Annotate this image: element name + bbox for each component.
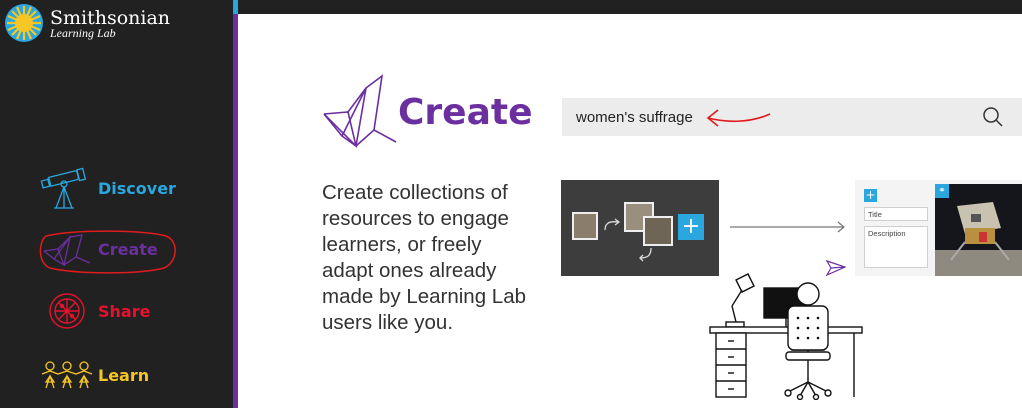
sidebar-item-create[interactable]: Create [40, 229, 158, 269]
people-chain-icon [41, 361, 93, 389]
share-circle-icon [49, 293, 85, 329]
desk-illustration [709, 273, 863, 400]
arrow-icon [604, 218, 621, 231]
origami-crane-icon [323, 74, 397, 148]
resource-thumbnail [572, 212, 598, 240]
annotation-arrow-icon [706, 109, 771, 127]
add-button: + [678, 214, 704, 240]
sidebar-edge [233, 0, 238, 408]
description-field: Description [864, 226, 928, 268]
sidebar-item-label: Share [98, 301, 151, 321]
search-icon[interactable] [982, 106, 1004, 128]
collection-editor-panel: + Title Description ⚭ [855, 180, 1022, 276]
page-title: Create [398, 92, 533, 133]
arrow-icon [639, 247, 652, 262]
sidebar-item-discover[interactable]: Discover [40, 166, 176, 210]
sun-logo-icon [5, 4, 43, 42]
sidebar-item-label: Learn [98, 365, 150, 385]
add-button: + [864, 188, 877, 202]
telescope-icon [40, 167, 87, 209]
resource-thumbnail [643, 216, 673, 246]
origami-crane-icon [43, 234, 91, 267]
sidebar-item-learn[interactable]: Learn [40, 360, 149, 390]
sidebar-edge-accent [233, 0, 238, 14]
flow-arrow-icon [730, 221, 845, 233]
sidebar-item-label: Create [98, 239, 158, 259]
title-field: Title [864, 207, 928, 221]
sidebar-item-share[interactable]: Share [40, 291, 150, 331]
link-icon: ⚭ [935, 184, 949, 198]
smithsonian-logo[interactable]: Smithsonian Learning Lab [4, 3, 170, 43]
top-bar [238, 0, 1022, 14]
collection-preview-panel: + [561, 180, 719, 276]
page-description: Create collections of resources to engag… [322, 181, 527, 334]
sidebar: Smithsonian Learning Lab Discover Create [0, 0, 233, 408]
sidebar-item-label: Discover [98, 178, 176, 198]
search-bar [562, 98, 1022, 136]
